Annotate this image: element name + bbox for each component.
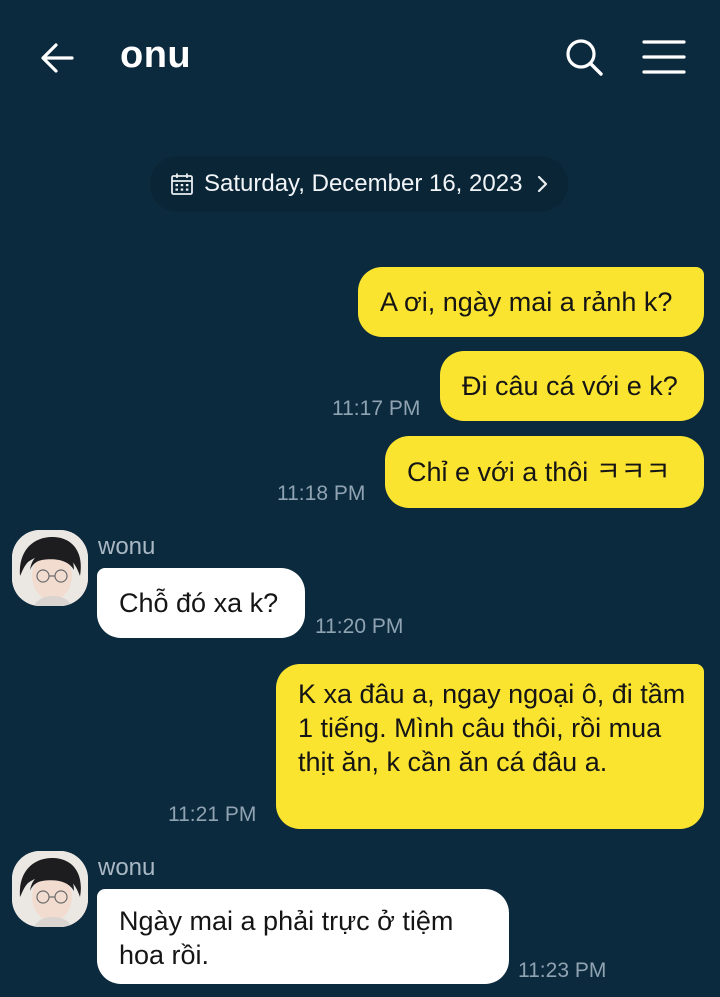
message-time: 11:21 PM [168,803,257,826]
message-bubble-received[interactable]: Chỗ đó xa k? [97,568,305,638]
profile-photo [12,530,88,606]
message-bubble-received[interactable]: Ngày mai a phải trực ở tiệm hoa rồi. [97,889,509,984]
avatar[interactable] [12,851,88,927]
message-text: K xa đâu a, ngay ngoại ô, đi tầm 1 tiếng… [298,679,686,777]
message-time: 11:23 PM [518,959,607,982]
arrow-left-icon[interactable] [38,38,78,78]
top-bar: onu [0,0,720,115]
message-time: 11:20 PM [315,615,404,638]
chevron-right-icon [538,175,548,193]
message-text: Ngày mai a phải trực ở tiệm hoa rồi. [119,906,454,970]
message-bubble-sent[interactable]: A ơi, ngày mai a rảnh k? [358,267,704,337]
sender-name: wonu [98,854,156,881]
message-text: Chỉ e với a thôi ㅋㅋㅋ [407,457,671,487]
calendar-icon [171,173,193,195]
message-bubble-sent[interactable]: Đi câu cá với e k? [440,351,704,421]
message-text: Chỗ đó xa k? [119,588,279,618]
avatar[interactable] [12,530,88,606]
message-text: A ơi, ngày mai a rảnh k? [380,287,673,317]
message-bubble-sent[interactable]: Chỉ e với a thôi ㅋㅋㅋ [385,436,704,508]
message-bubble-sent[interactable]: K xa đâu a, ngay ngoại ô, đi tầm 1 tiếng… [276,664,704,829]
hamburger-menu-icon[interactable] [642,38,686,76]
message-time: 11:17 PM [332,397,421,420]
profile-photo [12,851,88,927]
message-time: 11:18 PM [277,482,366,505]
date-label: Saturday, December 16, 2023 [204,170,523,197]
sender-name: wonu [98,533,156,560]
search-icon[interactable] [563,36,605,78]
date-divider[interactable]: Saturday, December 16, 2023 [150,156,568,212]
message-text: Đi câu cá với e k? [462,371,678,401]
chat-title: onu [120,34,192,76]
